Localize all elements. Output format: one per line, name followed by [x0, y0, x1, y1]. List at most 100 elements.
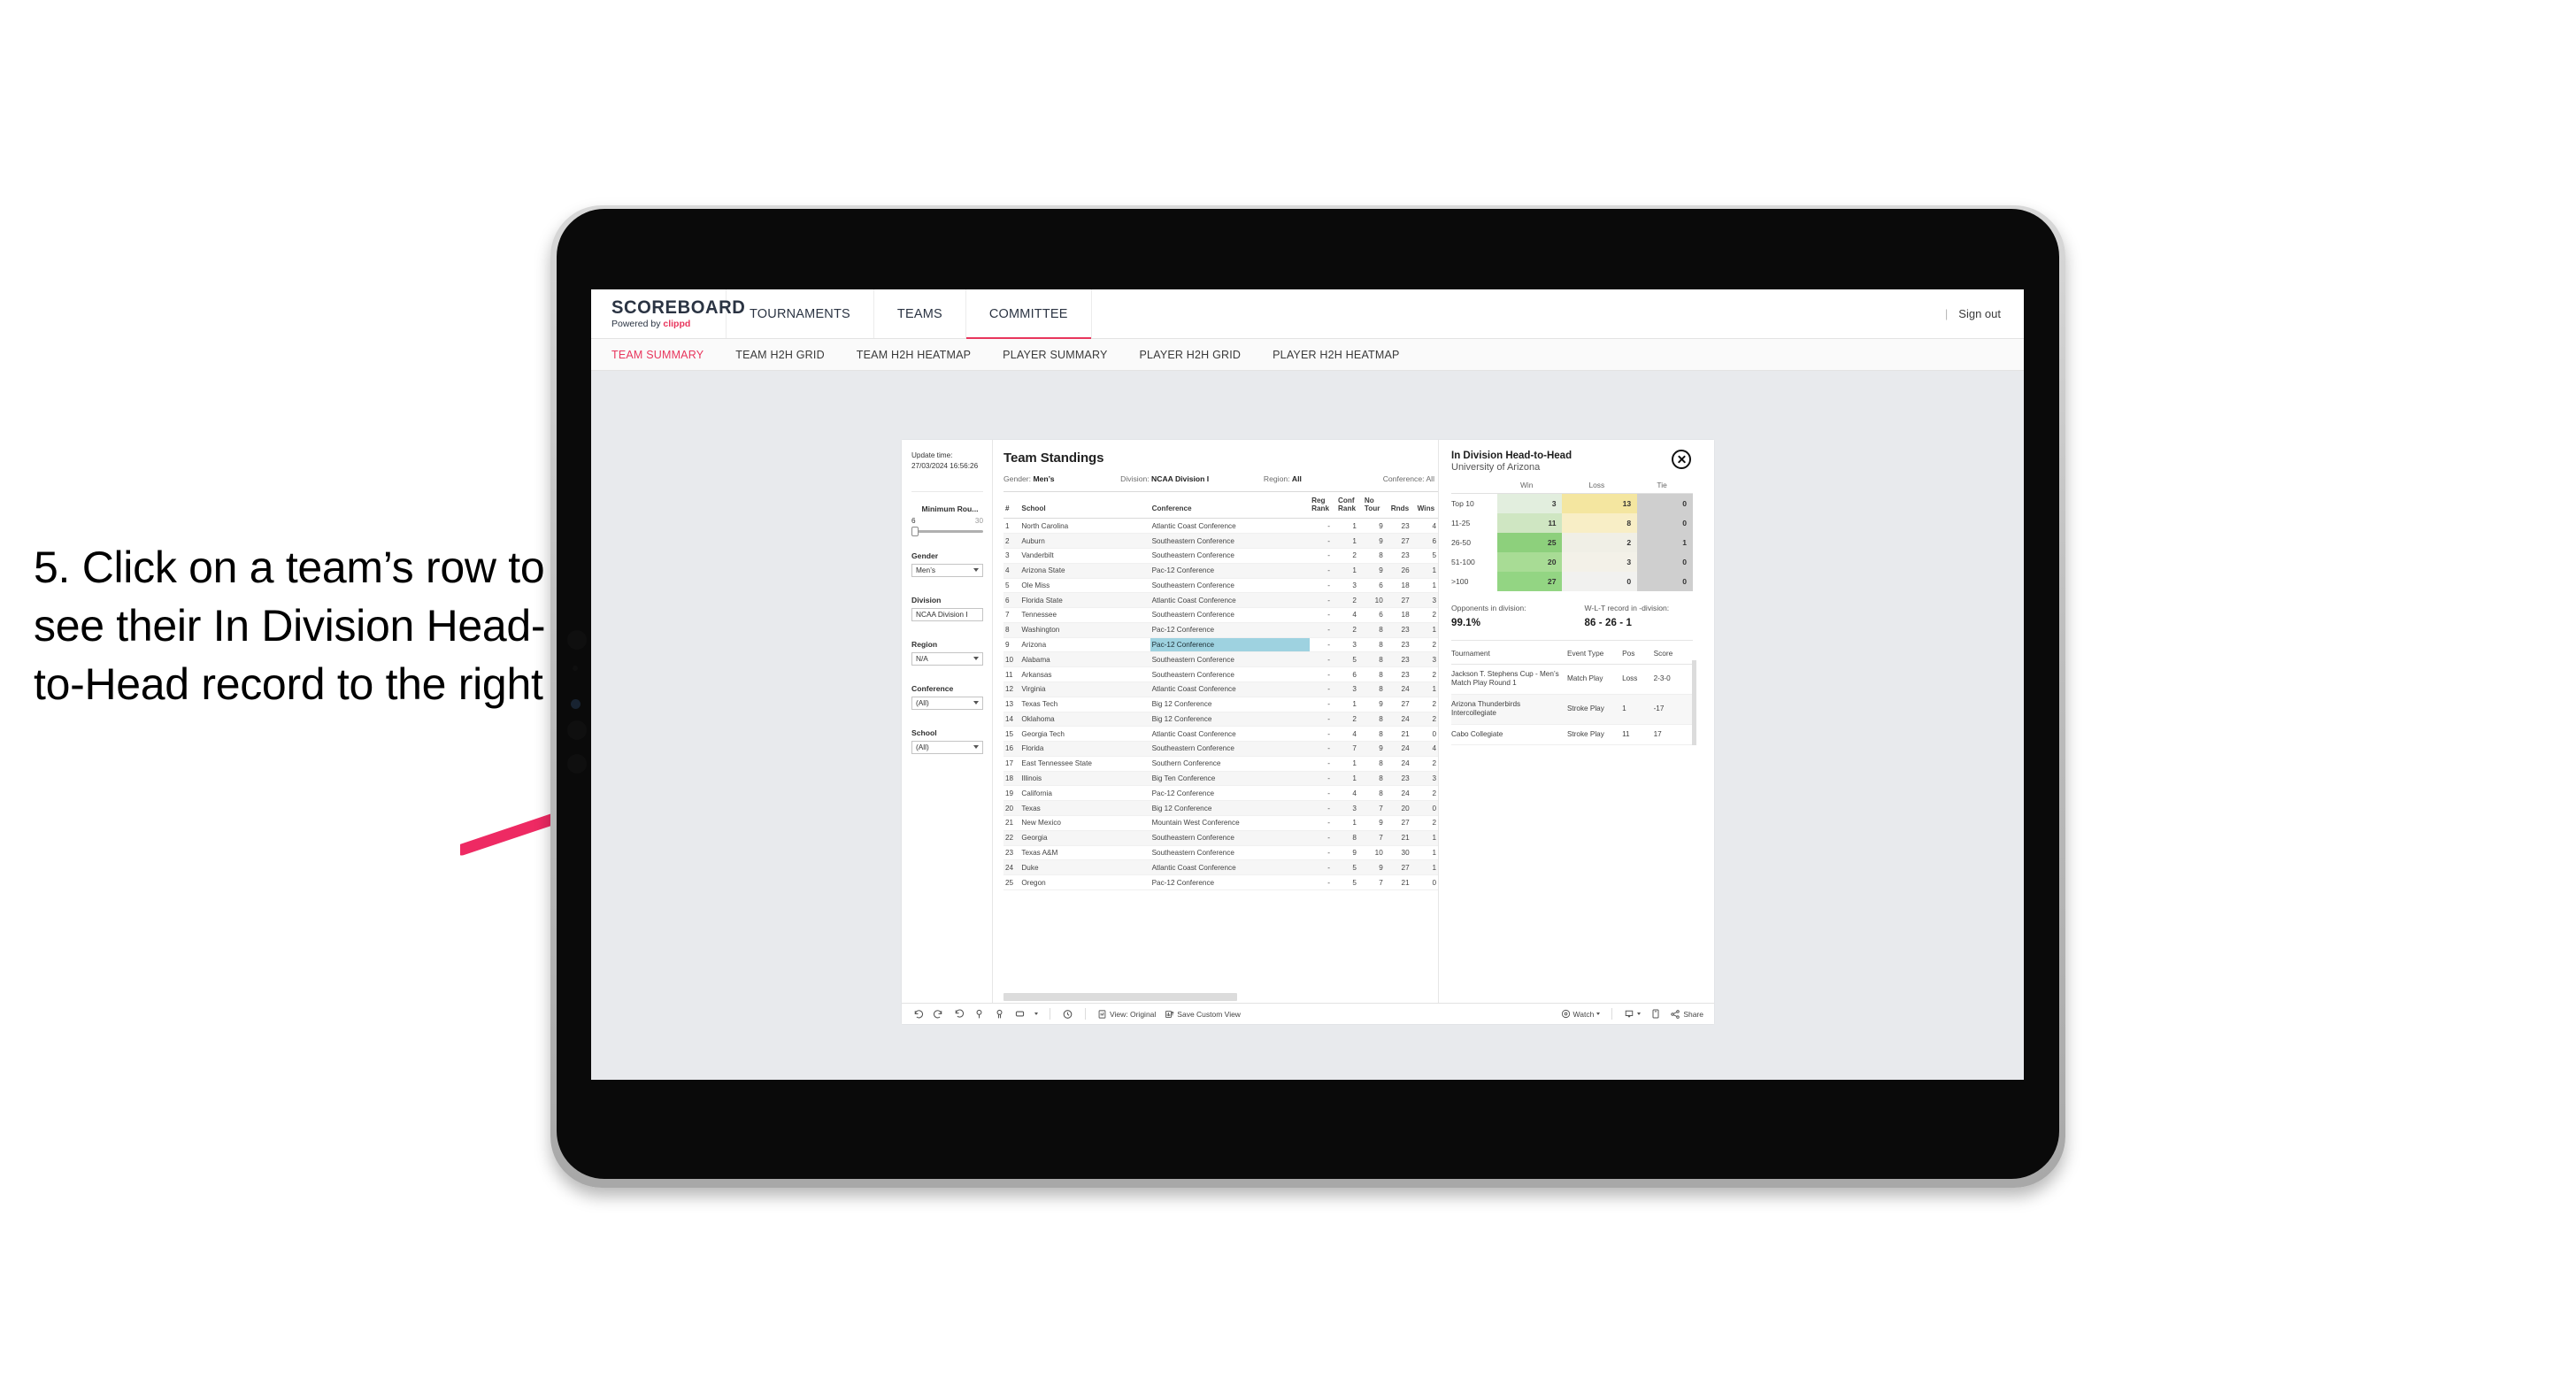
table-row[interactable]: 16 Florida Southeastern Conference -7 9 24 4	[1003, 741, 1438, 757]
table-row[interactable]: 7 Tennessee Southeastern Conference -4 6 18 2	[1003, 607, 1438, 623]
revert-icon[interactable]	[953, 1008, 965, 1020]
table-row[interactable]: 11 Arkansas Southeastern Conference -6 8 23 2	[1003, 666, 1438, 682]
cell-conference: Pac-12 Conference	[1150, 622, 1311, 638]
cell-no-tour: 9	[1362, 518, 1389, 535]
tab-team-h2h-heatmap[interactable]: TEAM H2H HEATMAP	[857, 349, 971, 361]
table-row[interactable]: 1 North Carolina Atlantic Coast Conference…	[1003, 518, 1438, 535]
undo-icon[interactable]	[912, 1008, 924, 1020]
table-row[interactable]: 8 Washington Pac-12 Conference -2 8 23 1	[1003, 622, 1438, 638]
chevron-down-icon[interactable]	[1596, 1013, 1601, 1015]
minimum-rounds-slider[interactable]	[911, 526, 983, 536]
table-row[interactable]: 6 Florida State Atlantic Coast Conference -…	[1003, 592, 1438, 609]
cell-no-tour: 6	[1362, 607, 1389, 623]
col-rnds[interactable]: Rnds	[1388, 490, 1416, 520]
tab-player-h2h-heatmap[interactable]: PLAYER H2H HEATMAP	[1273, 349, 1399, 361]
meta-gender-value: Men’s	[1033, 474, 1055, 483]
brand-logo[interactable]: SCOREBOARD Powered by clippd	[591, 289, 745, 338]
table-row[interactable]: 12 Virginia Atlantic Coast Conference -3 8 24…	[1003, 681, 1438, 697]
watch-button[interactable]: Watch	[1561, 1009, 1601, 1019]
cell-reg-rank: -	[1310, 518, 1336, 535]
cell-conf-rank: 1	[1335, 518, 1363, 535]
col-reg-rank[interactable]: Reg Rank	[1310, 490, 1336, 520]
view-original-button[interactable]: View: Original	[1097, 1009, 1156, 1020]
col-no-tour[interactable]: No Tour	[1362, 490, 1389, 520]
tab-player-summary[interactable]: PLAYER SUMMARY	[1003, 349, 1107, 361]
device-preview-icon[interactable]	[1649, 1008, 1661, 1020]
col-conference[interactable]: Conference	[1150, 490, 1311, 520]
nav-committee[interactable]: COMMITTEE	[965, 289, 1092, 339]
cell-no-tour: 7	[1362, 830, 1389, 846]
tournament-row[interactable]: Arizona Thunderbirds Intercollegiate Stro…	[1451, 694, 1693, 725]
gender-label: Gender	[911, 551, 939, 560]
rectangle-select-icon[interactable]	[1014, 1008, 1026, 1020]
table-row[interactable]: 4 Arizona State Pac-12 Conference -1 9 26 1	[1003, 563, 1438, 579]
table-row[interactable]: 13 Texas Tech Big 12 Conference -1 9 27 2	[1003, 697, 1438, 712]
tournaments-scrollbar[interactable]	[1692, 659, 1696, 745]
conference-select[interactable]: (All)	[911, 696, 983, 710]
table-row[interactable]: 25 Oregon Pac-12 Conference -5 7 21 0	[1003, 874, 1438, 890]
table-row[interactable]: 17 East Tennessee State Southern Conferenc…	[1003, 756, 1438, 772]
redo-icon[interactable]	[933, 1008, 944, 1020]
update-time-value: 27/03/2024 16:56:26	[911, 461, 979, 470]
cell-wins: 1	[1415, 563, 1438, 579]
table-row[interactable]: 18 Illinois Big Ten Conference -1 8 23 3	[1003, 771, 1438, 787]
cell-school: Vanderbilt	[1019, 548, 1150, 564]
table-row[interactable]: 14 Oklahoma Big 12 Conference -2 8 24 2	[1003, 712, 1438, 728]
table-row[interactable]: 5 Ole Miss Southeastern Conference -3 6 18 1	[1003, 578, 1438, 594]
cell-wins: 2	[1415, 815, 1438, 831]
cell-rnds: 27	[1388, 592, 1416, 609]
col-wins[interactable]: Wins	[1415, 490, 1438, 520]
tournament-row[interactable]: Cabo Collegiate Stroke Play 11 17	[1451, 724, 1693, 745]
col-conf-rank[interactable]: Conf Rank	[1335, 490, 1363, 520]
chevron-down-icon[interactable]	[1034, 1013, 1038, 1015]
cell-rank: 5	[1003, 578, 1020, 594]
cell-no-tour: 7	[1362, 874, 1389, 890]
table-horizontal-scrollbar[interactable]	[1003, 993, 1434, 1001]
share-button[interactable]: Share	[1670, 1009, 1703, 1020]
refresh-icon[interactable]	[994, 1008, 1005, 1020]
table-row[interactable]: 9 Arizona Pac-12 Conference -3 8 23 2	[1003, 637, 1438, 653]
school-select[interactable]: (All)	[911, 740, 983, 754]
table-row[interactable]: 3 Vanderbilt Southeastern Conference -2 8 23 5	[1003, 548, 1438, 564]
cell-rank: 11	[1003, 666, 1020, 682]
table-row[interactable]: 15 Georgia Tech Atlantic Coast Conference -…	[1003, 726, 1438, 743]
chevron-down-icon[interactable]	[1637, 1013, 1642, 1015]
sign-out-link[interactable]: Sign out	[1958, 307, 2001, 320]
table-row[interactable]: 24 Duke Atlantic Coast Conference -5 9 27 1	[1003, 859, 1438, 876]
cell-rank: 16	[1003, 741, 1020, 757]
scrollbar-thumb[interactable]	[1003, 993, 1237, 1001]
division-select[interactable]: NCAA Division I	[911, 607, 983, 621]
table-row[interactable]: 23 Texas A&M Southeastern Conference -9 10 30…	[1003, 845, 1438, 861]
save-custom-view-button[interactable]: Save Custom View	[1165, 1009, 1241, 1020]
table-row[interactable]: 2 Auburn Southeastern Conference -1 9 27 6	[1003, 533, 1438, 549]
table-row[interactable]: 10 Alabama Southeastern Conference -5 8 23 3	[1003, 651, 1438, 668]
table-row[interactable]: 21 New Mexico Mountain West Conference -1 9 2…	[1003, 815, 1438, 831]
pause-icon[interactable]	[973, 1008, 985, 1020]
table-row[interactable]: 20 Texas Big 12 Conference -3 7 20 0	[1003, 800, 1438, 816]
cell-no-tour: 9	[1362, 741, 1389, 757]
cell-rnds: 23	[1388, 518, 1416, 535]
cell-conf-rank: 3	[1335, 800, 1363, 816]
region-select[interactable]: N/A	[911, 651, 983, 666]
table-row[interactable]: 22 Georgia Southeastern Conference -8 7 21 1	[1003, 830, 1438, 846]
download-button[interactable]	[1624, 1009, 1642, 1020]
meta-division-value: NCAA Division I	[1151, 474, 1210, 483]
cell-school: Texas	[1019, 800, 1150, 816]
cell-reg-rank: -	[1310, 607, 1336, 623]
watch-label: Watch	[1573, 1009, 1595, 1019]
slider-handle[interactable]	[911, 526, 919, 536]
gender-select[interactable]: Men’s	[911, 563, 983, 577]
nav-teams[interactable]: TEAMS	[874, 289, 966, 338]
clock-history-icon[interactable]	[1062, 1008, 1073, 1020]
tab-team-summary[interactable]: TEAM SUMMARY	[611, 349, 704, 361]
close-icon[interactable]	[1672, 450, 1691, 469]
nav-tournaments[interactable]: TOURNAMENTS	[727, 289, 874, 338]
tab-player-h2h-grid[interactable]: PLAYER H2H GRID	[1140, 349, 1242, 361]
col-school[interactable]: School	[1019, 490, 1150, 520]
tournament-row[interactable]: Jackson T. Stephens Cup - Men’s Match Pl…	[1451, 664, 1693, 695]
tablet-sensor	[573, 666, 578, 671]
cell-tournament: Arizona Thunderbirds Intercollegiate	[1451, 694, 1567, 725]
tab-team-h2h-grid[interactable]: TEAM H2H GRID	[735, 349, 825, 361]
table-row[interactable]: 19 California Pac-12 Conference -4 8 24 2	[1003, 785, 1438, 802]
col-rank[interactable]: #	[1003, 490, 1020, 520]
